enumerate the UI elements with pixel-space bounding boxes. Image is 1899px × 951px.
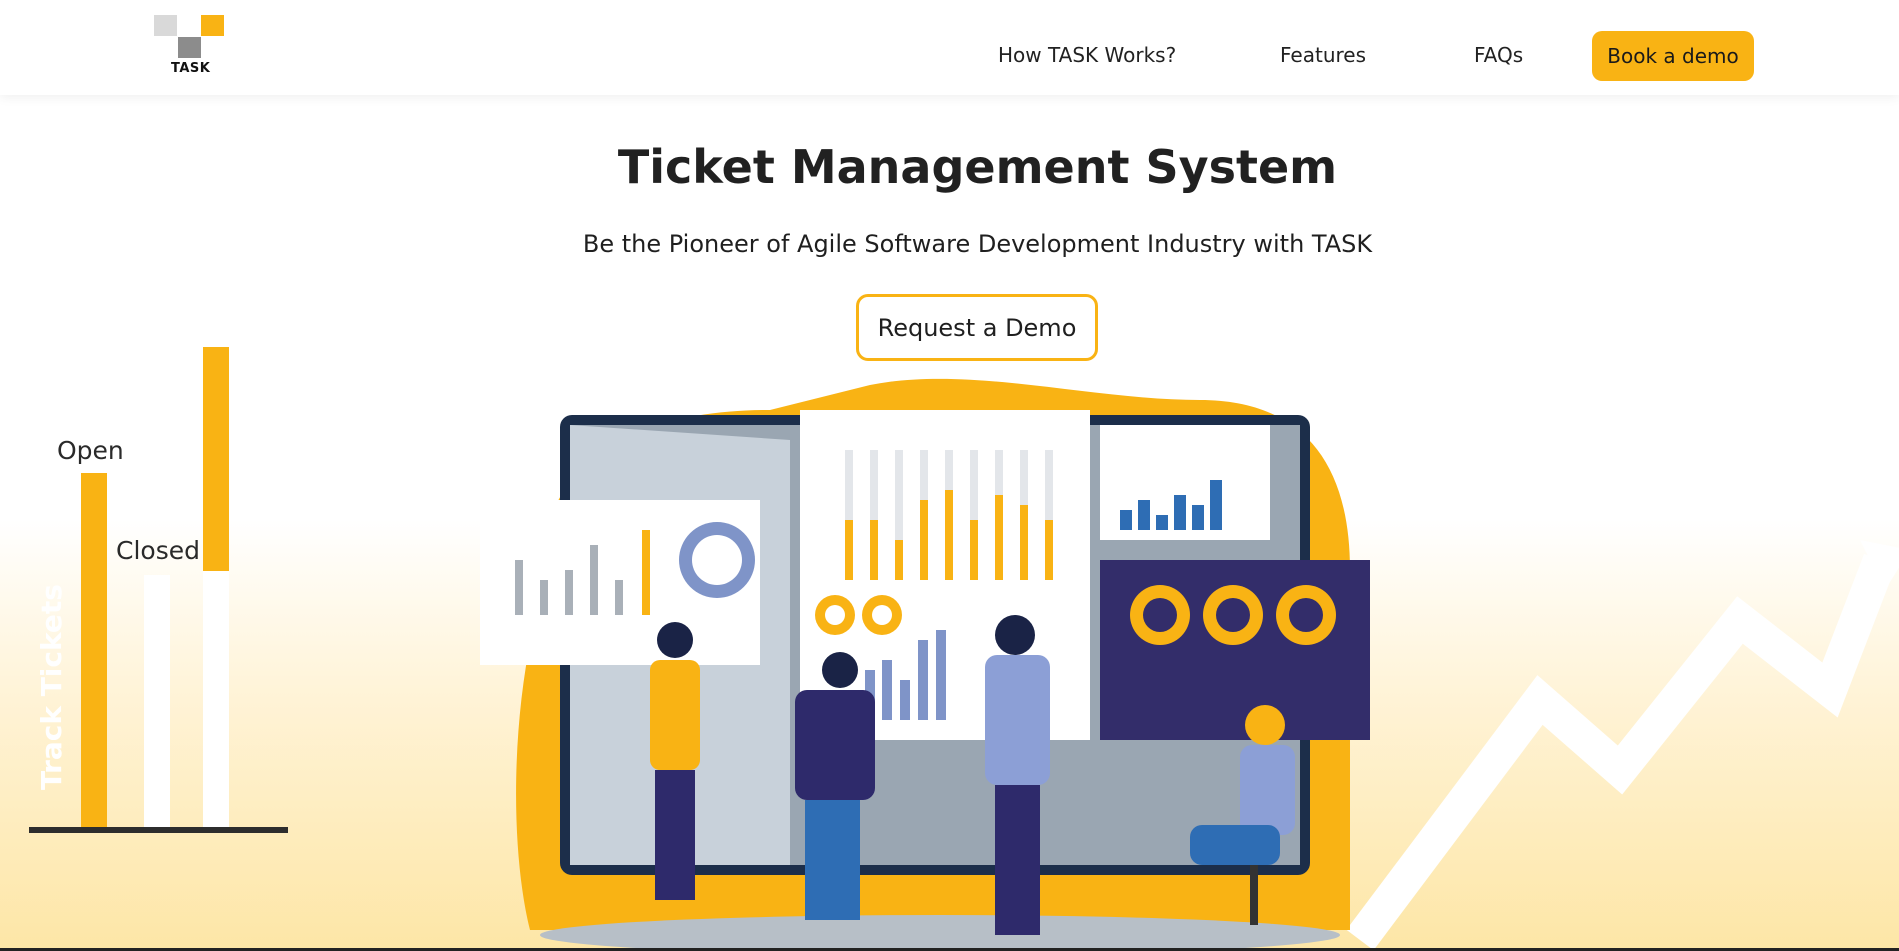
request-demo-button[interactable]: Request a Demo — [856, 294, 1098, 361]
closed-bar — [144, 575, 170, 827]
open-label: Open — [57, 436, 124, 465]
closed-label: Closed — [116, 536, 200, 565]
logo-square-light — [154, 15, 177, 36]
open-bar — [81, 473, 107, 827]
chart-baseline — [29, 827, 288, 833]
track-tickets-label: Track Tickets — [35, 584, 68, 790]
nav-link-how-task-works[interactable]: How TASK Works? — [998, 43, 1176, 67]
top-navigation-bar: TASK How TASK Works? Features FAQs Book … — [0, 0, 1899, 95]
book-demo-button[interactable]: Book a demo — [1592, 31, 1754, 81]
logo-square-gray — [178, 37, 201, 58]
total-bar-yellow — [203, 347, 229, 571]
task-logo[interactable]: TASK — [153, 15, 225, 77]
nav-link-features[interactable]: Features — [1280, 43, 1366, 67]
nav-link-faqs[interactable]: FAQs — [1474, 43, 1523, 67]
logo-square-yellow — [201, 15, 224, 36]
page-title: Ticket Management System — [617, 140, 1338, 194]
logo-text: TASK — [171, 61, 211, 76]
hero-subtitle: Be the Pioneer of Agile Software Develop… — [582, 230, 1373, 258]
team-dashboard-illustration — [480, 378, 1370, 951]
total-bar-white — [203, 571, 229, 827]
zigzag-arrow-decoration — [1346, 540, 1899, 951]
